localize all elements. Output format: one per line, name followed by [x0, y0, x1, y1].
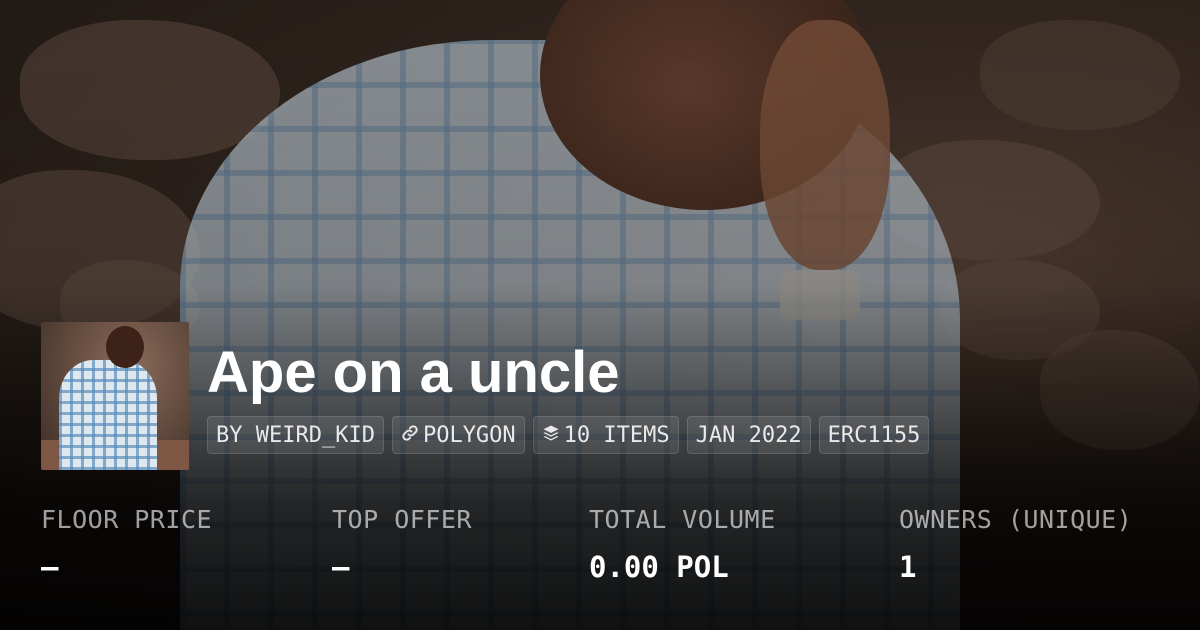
creator-tag-label: BY WEIRD_KID — [216, 422, 375, 448]
stat-floor-price: FLOOR PRICE – — [41, 505, 212, 584]
items-count-label: 10 ITEMS — [563, 422, 670, 448]
collection-tags: BY WEIRD_KID POLYGON 10 ITEMS JAN 2022 E… — [207, 416, 930, 454]
stat-value: 1 — [899, 550, 917, 584]
stat-top-offer: TOP OFFER – — [332, 505, 472, 584]
chain-tag-label: POLYGON — [422, 422, 516, 448]
stat-label: TOTAL VOLUME — [589, 505, 776, 534]
layers-icon — [542, 423, 560, 448]
collection-title: Ape on a uncle — [207, 340, 620, 405]
collection-avatar[interactable] — [41, 322, 189, 470]
collection-stats: FLOOR PRICE – TOP OFFER – TOTAL VOLUME 0… — [41, 505, 1181, 605]
stat-total-volume: TOTAL VOLUME 0.00 POL — [589, 505, 776, 584]
stat-value: 0.00 POL — [589, 550, 729, 584]
created-date-tag: JAN 2022 — [686, 416, 811, 454]
stat-label: FLOOR PRICE — [41, 505, 213, 534]
creator-tag[interactable]: BY WEIRD_KID — [207, 416, 384, 454]
link-icon — [401, 423, 419, 448]
token-standard-label: ERC1155 — [827, 422, 921, 448]
stat-label: OWNERS (UNIQUE) — [899, 505, 1133, 534]
stat-value: – — [41, 550, 59, 584]
stat-owners: OWNERS (UNIQUE) 1 — [899, 505, 1132, 584]
token-standard-tag: ERC1155 — [818, 416, 930, 454]
chain-tag: POLYGON — [391, 416, 525, 454]
items-count-tag: 10 ITEMS — [532, 416, 679, 454]
stat-label: TOP OFFER — [332, 505, 472, 534]
created-date-label: JAN 2022 — [695, 422, 802, 448]
stat-value: – — [332, 550, 350, 584]
